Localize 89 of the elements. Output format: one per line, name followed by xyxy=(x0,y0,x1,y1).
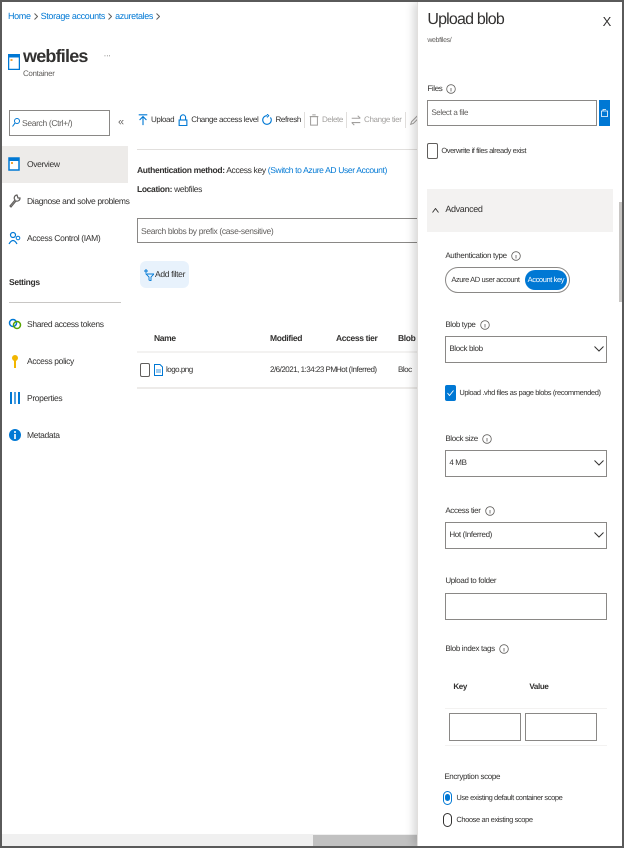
swap-icon xyxy=(350,114,362,126)
chevron-right-icon xyxy=(108,13,112,20)
info-icon xyxy=(484,506,495,516)
folder-icon xyxy=(601,108,608,116)
folder-input-field[interactable] xyxy=(445,592,607,620)
tag-input-field[interactable] xyxy=(525,712,598,740)
filter-icon xyxy=(144,268,154,280)
radio-button[interactable] xyxy=(443,790,452,804)
column-header: Key xyxy=(453,682,467,690)
table-cell: Hot (Inferred) xyxy=(336,364,377,376)
section-heading: Settings xyxy=(9,276,40,286)
breadcrumb-link[interactable]: Storage accounts xyxy=(40,10,106,24)
checkbox[interactable] xyxy=(427,142,438,158)
table-cell: Bloc xyxy=(398,364,412,376)
dropdown[interactable]: Hot (Inferred) xyxy=(445,522,607,548)
field-label: Blob type xyxy=(445,318,476,330)
info-icon xyxy=(510,250,521,260)
column-header[interactable]: Access tier xyxy=(336,333,378,344)
sidebar-item[interactable]: Access Control (IAM) xyxy=(2,220,128,256)
table-cell: logo.png xyxy=(166,364,193,376)
advanced-section-header[interactable]: Advanced xyxy=(427,188,613,232)
pen-icon xyxy=(408,114,418,126)
upload-icon xyxy=(137,114,149,126)
field-label: Block size xyxy=(445,432,478,444)
checkbox[interactable] xyxy=(445,384,456,400)
page-title: webfiles xyxy=(23,44,88,68)
dropdown[interactable]: Block blob xyxy=(445,336,607,362)
row-checkbox[interactable] xyxy=(140,363,150,377)
add-filter-button[interactable]: Add filter xyxy=(140,261,190,288)
search-icon xyxy=(12,118,20,126)
sidebar-item[interactable]: Overview xyxy=(2,146,128,182)
panel-title: Upload blob xyxy=(427,10,504,30)
refresh-icon xyxy=(261,114,274,126)
chevron-down-icon xyxy=(594,532,604,538)
info-icon xyxy=(446,84,456,94)
sidebar-item[interactable]: Access policy xyxy=(2,342,128,380)
breadcrumb-link[interactable]: azuretales xyxy=(115,10,154,24)
checkmark-icon xyxy=(447,390,454,396)
column-header[interactable]: Blob xyxy=(398,333,416,344)
info-icon xyxy=(498,644,509,654)
toolbar-button[interactable]: Change access level xyxy=(177,114,258,126)
chevron-down-icon xyxy=(594,460,604,466)
radio-button[interactable] xyxy=(443,812,452,826)
chain-icon xyxy=(8,317,22,331)
tag-input-field[interactable] xyxy=(449,712,522,740)
column-header: Value xyxy=(529,682,548,690)
file-icon xyxy=(154,364,163,376)
sidebar-item[interactable]: Shared access tokens xyxy=(2,306,128,342)
browse-button[interactable] xyxy=(599,100,610,126)
location-text: Location: webfiles xyxy=(137,183,202,196)
page-subtitle: Container xyxy=(23,68,56,80)
auth-method-text: Authentication method: Access key (Switch to Azure AD User Account) xyxy=(137,164,388,176)
info-icon xyxy=(480,320,490,330)
column-header[interactable]: Modified xyxy=(270,333,302,344)
field-label: Access tier xyxy=(445,504,481,516)
breadcrumb-link[interactable]: Home xyxy=(8,10,31,24)
field-label: Authentication type xyxy=(445,250,507,262)
column-header[interactable]: Name xyxy=(154,333,176,344)
chevron-down-icon xyxy=(594,346,604,352)
info-icon xyxy=(482,434,492,444)
field-label: Encryption scope xyxy=(444,770,500,782)
info-icon xyxy=(8,428,22,442)
field-label: Blob index tags xyxy=(445,642,495,654)
dropdown[interactable]: 4 MB xyxy=(445,450,607,476)
close-button[interactable]: X xyxy=(602,12,611,32)
trash-icon xyxy=(308,114,320,126)
wrench-icon xyxy=(8,194,22,208)
search-field[interactable]: Search (Ctrl+/) xyxy=(9,110,110,136)
bars-icon xyxy=(8,391,22,405)
toolbar-button[interactable]: Upload xyxy=(137,114,174,126)
toolbar-button[interactable]: Refresh xyxy=(261,114,301,126)
people-icon xyxy=(8,231,22,245)
blob-search-field[interactable]: Search blobs by prefix (case-sensitive) xyxy=(137,218,418,243)
lock-icon xyxy=(177,114,190,126)
chevron-up-icon xyxy=(432,208,440,212)
switch-account-link[interactable]: (Switch to Azure AD User Account) xyxy=(268,164,388,174)
container-icon xyxy=(8,54,20,70)
sidebar-item[interactable]: Properties xyxy=(2,380,128,416)
table-cell: 2/6/2021, 1:34:23 PM xyxy=(270,364,336,376)
sidebar-item[interactable]: Metadata xyxy=(2,416,128,454)
field-label: Upload to folder xyxy=(445,574,496,586)
collapse-button[interactable]: « xyxy=(118,114,124,131)
sidebar-item[interactable]: Diagnose and solve problems xyxy=(2,182,128,220)
file-input-field[interactable]: Select a file xyxy=(427,100,598,126)
container-icon xyxy=(8,157,22,171)
chevron-right-icon xyxy=(34,13,38,20)
field-label: Files xyxy=(427,82,442,94)
more-button[interactable]: ··· xyxy=(104,50,111,62)
chevron-right-icon xyxy=(156,13,160,20)
